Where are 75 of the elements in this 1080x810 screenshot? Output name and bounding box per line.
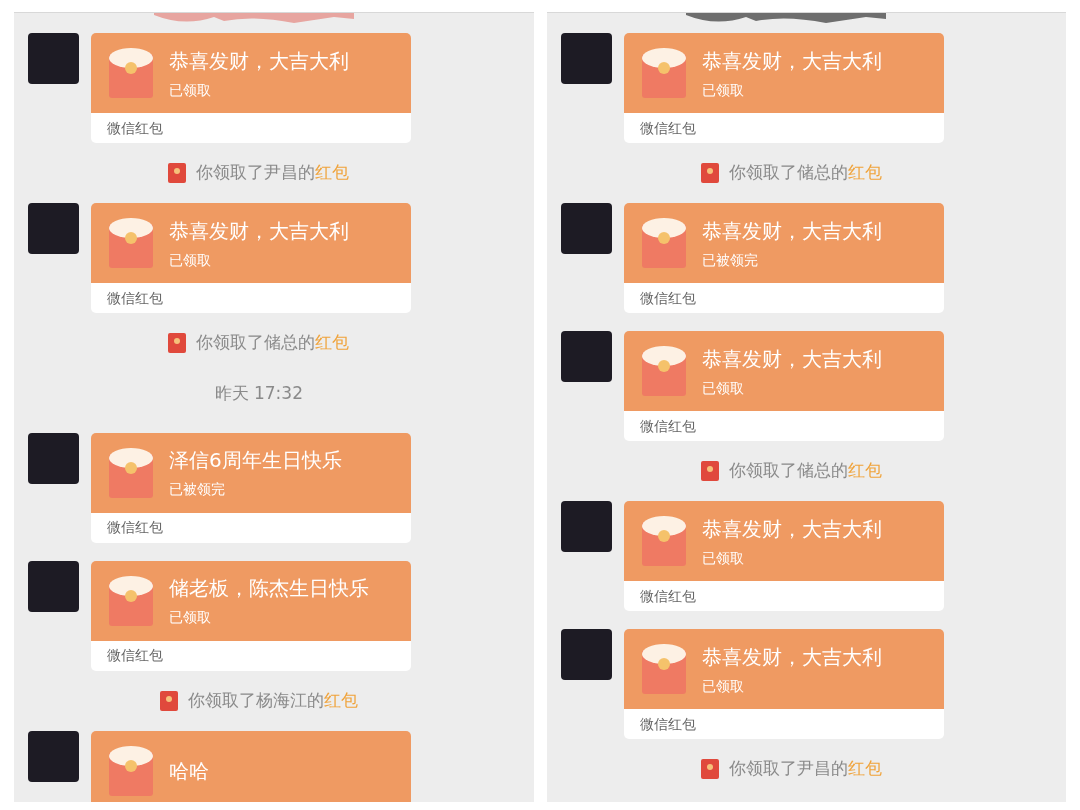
notice-text: 你领取了储总的红包 <box>728 459 882 483</box>
packet-card[interactable]: 恭喜发财，大吉大利 已领取 <box>623 501 944 581</box>
notice-text: 你领取了杨海江的红包 <box>187 688 358 712</box>
envelope-icon <box>109 447 153 498</box>
packet-title: 恭喜发财，大吉大利 <box>701 643 882 671</box>
packet-status: 已被领完 <box>169 480 226 499</box>
avatar-photo[interactable] <box>560 629 612 680</box>
envelope-icon <box>109 48 153 98</box>
envelope-icon <box>641 644 686 694</box>
packet-status: 已领取 <box>701 378 745 398</box>
packet-card[interactable]: 恭喜发财，大吉大利 已领取 <box>623 33 944 113</box>
packet-title: 恭喜发财，大吉大利 <box>169 47 349 75</box>
packet-card[interactable]: 恭喜发财，大吉大利 已领取 <box>91 33 411 113</box>
packet-status: 已领取 <box>701 548 745 568</box>
envelope-icon <box>168 163 187 183</box>
envelope-icon <box>109 218 153 268</box>
timestamp: 昨天 17:32 <box>214 382 303 405</box>
packet-card[interactable]: 哈哈 <box>91 730 411 802</box>
packet-status: 已领取 <box>701 676 745 696</box>
packet-title: 恭喜发财，大吉大利 <box>701 345 882 373</box>
packet-status: 已领取 <box>169 608 212 627</box>
packet-title: 恭喜发财，大吉大利 <box>701 47 882 75</box>
packet-status: 已被领完 <box>701 250 759 270</box>
avatar-photo[interactable] <box>28 560 79 612</box>
packet-link[interactable]: 红包 <box>847 758 882 779</box>
packet-link[interactable]: 红包 <box>323 689 358 710</box>
notice-text: 你领取了尹昌的红包 <box>196 161 350 185</box>
packet-status: 已领取 <box>701 80 745 100</box>
packet-footer-label: 微信红包 <box>639 288 696 308</box>
packet-link[interactable]: 红包 <box>847 460 882 481</box>
packet-card[interactable]: 恭喜发财，大吉大利 已领取 <box>623 331 944 411</box>
avatar-photo[interactable] <box>560 33 612 84</box>
packet-footer-label: 微信红包 <box>107 646 163 665</box>
packet-card[interactable]: 恭喜发财，大吉大利 已领取 <box>91 203 411 283</box>
envelope-icon <box>168 333 187 353</box>
avatar-photo[interactable] <box>560 501 612 552</box>
avatar-photo[interactable] <box>560 331 612 382</box>
avatar-photo[interactable] <box>28 730 79 782</box>
packet-title: 泽信6周年生日快乐 <box>169 447 342 474</box>
envelope-icon <box>109 745 153 796</box>
packet-card[interactable]: 储老板，陈杰生日快乐 已领取 <box>91 560 411 641</box>
envelope-icon <box>641 48 686 98</box>
packet-footer-label: 微信红包 <box>639 714 696 734</box>
packet-footer-label: 微信红包 <box>639 118 696 138</box>
envelope-icon <box>700 461 719 481</box>
packet-footer-label: 微信红包 <box>107 518 163 537</box>
packet-title: 恭喜发财，大吉大利 <box>169 217 349 245</box>
envelope-icon <box>700 163 719 183</box>
packet-card[interactable]: 恭喜发财，大吉大利 已被领完 <box>623 203 944 283</box>
notice-text: 你领取了储总的红包 <box>196 331 350 355</box>
avatar-photo[interactable] <box>560 203 612 254</box>
packet-card[interactable]: 泽信6周年生日快乐 已被领完 <box>91 432 411 513</box>
envelope-icon <box>641 516 686 566</box>
packet-title: 恭喜发财，大吉大利 <box>701 217 882 245</box>
packet-link[interactable]: 红包 <box>315 332 350 353</box>
packet-footer-label: 微信红包 <box>107 288 163 308</box>
packet-title: 储老板，陈杰生日快乐 <box>169 575 369 602</box>
packet-footer-label: 微信红包 <box>107 118 163 138</box>
notice-text: 你领取了尹昌的红包 <box>728 757 882 781</box>
packet-footer-label: 微信红包 <box>639 416 696 436</box>
envelope-icon <box>641 346 686 396</box>
avatar-photo[interactable] <box>28 432 79 484</box>
packet-card[interactable]: 恭喜发财，大吉大利 已领取 <box>623 629 944 709</box>
packet-footer-label: 微信红包 <box>639 586 696 606</box>
packet-status: 已领取 <box>169 80 212 100</box>
envelope-icon <box>159 690 178 711</box>
notice-text: 你领取了储总的红包 <box>728 161 882 185</box>
packet-status: 已领取 <box>169 250 212 270</box>
envelope-icon <box>641 218 686 268</box>
packet-title: 恭喜发财，大吉大利 <box>701 515 882 543</box>
packet-title: 哈哈 <box>169 757 209 785</box>
envelope-icon <box>109 575 153 626</box>
packet-link[interactable]: 红包 <box>847 162 882 183</box>
envelope-icon <box>700 759 719 779</box>
packet-link[interactable]: 红包 <box>315 162 350 183</box>
